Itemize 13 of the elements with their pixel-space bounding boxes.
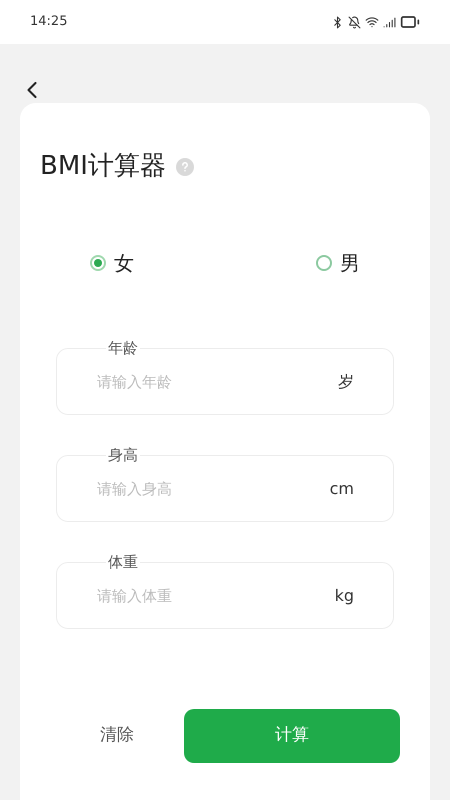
signal-icon bbox=[383, 16, 396, 28]
page-title: BMI计算器 bbox=[40, 150, 166, 183]
wifi-icon bbox=[365, 15, 379, 29]
gender-radio[interactable]: 男 bbox=[316, 248, 360, 278]
clear-button[interactable]: 清除 bbox=[50, 709, 184, 763]
gender-radio[interactable]: 女 bbox=[90, 248, 134, 278]
unit-label: kg bbox=[334, 585, 354, 607]
unit-label: 岁 bbox=[338, 371, 354, 393]
bluetooth-icon bbox=[331, 16, 344, 28]
unit-label: cm bbox=[330, 478, 354, 500]
bell-off-icon bbox=[348, 16, 361, 28]
help-icon bbox=[176, 158, 194, 176]
status-time: 14:25 bbox=[30, 13, 68, 32]
